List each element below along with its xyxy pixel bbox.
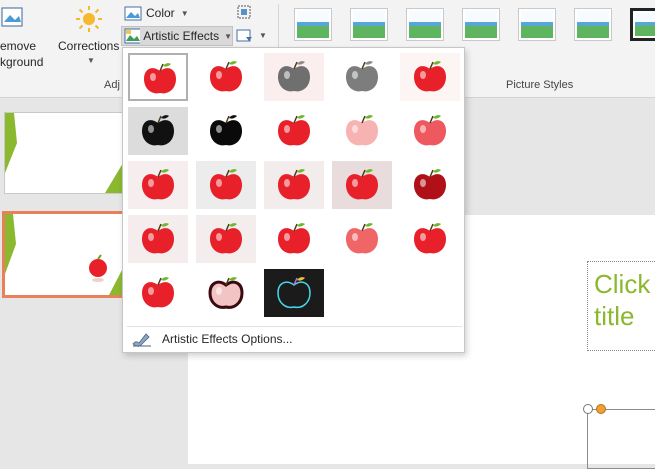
apple-icon xyxy=(414,223,446,254)
title-placeholder-text: Click title xyxy=(594,269,651,331)
artistic-effects-icon xyxy=(124,28,141,44)
apple-icon xyxy=(142,223,174,254)
picture-style-thumb[interactable] xyxy=(518,8,556,41)
apple-icon xyxy=(210,169,242,200)
picture-style-preview xyxy=(297,11,329,38)
effect-marker[interactable] xyxy=(196,53,256,101)
picture-style-preview xyxy=(577,11,609,38)
picture-style-thumb[interactable] xyxy=(350,8,388,41)
picture-style-thumb[interactable] xyxy=(574,8,612,41)
chevron-down-icon: ▼ xyxy=(259,31,267,40)
apple-icon xyxy=(277,277,311,309)
apple-icon xyxy=(278,61,310,92)
apple-icon xyxy=(278,169,310,200)
chevron-down-icon: ▼ xyxy=(224,31,232,41)
picture-style-preview xyxy=(465,11,497,38)
apple-icon xyxy=(210,223,242,254)
effect-plastic-wrap[interactable] xyxy=(400,215,460,263)
artistic-effects-options-label: Artistic Effects Options... xyxy=(162,332,293,346)
corrections-button[interactable]: Corrections ▼ xyxy=(55,0,121,72)
apple-icon xyxy=(142,277,174,308)
remove-background-label-line1: emove xyxy=(0,39,37,53)
effect-none[interactable] xyxy=(128,53,188,101)
picture-style-preview xyxy=(521,11,553,38)
apple-icon xyxy=(278,115,310,146)
remove-background-label-line2: kground xyxy=(0,55,44,69)
apple-icon xyxy=(210,61,242,92)
effect-crisscross-etching[interactable] xyxy=(264,215,324,263)
apple-icon xyxy=(346,223,378,254)
color-picture-icon xyxy=(124,6,142,20)
effect-glow-edges[interactable] xyxy=(264,269,324,317)
effect-pencil-grayscale[interactable] xyxy=(264,53,324,101)
apple-icon xyxy=(142,115,174,146)
apple-icon xyxy=(142,169,174,200)
picture-style-thumb[interactable] xyxy=(462,8,500,41)
effect-cutout[interactable] xyxy=(128,269,188,317)
apple-icon xyxy=(346,115,378,146)
effect-chalk-sketch[interactable] xyxy=(128,107,188,155)
effect-watercolor-sponge[interactable] xyxy=(196,161,256,209)
picture-style-preview xyxy=(635,13,655,36)
slide-design-accent xyxy=(5,113,123,193)
resize-handle[interactable] xyxy=(596,404,606,414)
change-picture-icon[interactable] xyxy=(236,28,254,44)
picture-styles-group-label: Picture Styles xyxy=(506,79,574,91)
apple-icon xyxy=(414,169,446,200)
artistic-effects-gallery: Artistic Effects Options... xyxy=(122,47,465,353)
apple-icon xyxy=(346,169,378,200)
chevron-down-icon: ▼ xyxy=(87,56,95,65)
picture-selection-border xyxy=(587,409,655,469)
effect-line-drawing[interactable] xyxy=(400,53,460,101)
color-label: Color xyxy=(146,6,175,20)
effect-blur[interactable] xyxy=(400,107,460,155)
apple-icon xyxy=(414,61,446,92)
effect-pencil-sketch[interactable] xyxy=(332,53,392,101)
apple-icon xyxy=(208,277,244,309)
picture-style-thumb[interactable] xyxy=(406,8,444,41)
artistic-effects-label: Artistic Effects xyxy=(143,29,220,43)
picture-style-preview xyxy=(353,11,385,38)
picture-style-thumb[interactable] xyxy=(630,8,655,41)
resize-handle[interactable] xyxy=(583,404,593,414)
effect-texturizer[interactable] xyxy=(196,215,256,263)
effect-pastels-smooth[interactable] xyxy=(332,215,392,263)
effect-glass[interactable] xyxy=(400,161,460,209)
effect-photocopy[interactable] xyxy=(196,269,256,317)
effect-cement[interactable] xyxy=(128,215,188,263)
brush-icon xyxy=(132,333,151,347)
corrections-label: Corrections xyxy=(58,39,120,53)
remove-background-button[interactable]: emove kground xyxy=(0,0,50,70)
sun-icon xyxy=(76,6,102,32)
chevron-down-icon: ▼ xyxy=(180,8,189,18)
slide-thumbnail-2-selected[interactable] xyxy=(2,211,125,298)
remove-background-icon xyxy=(1,7,23,27)
effect-mosaic-bubbles[interactable] xyxy=(332,161,392,209)
adjust-group-label: Adj xyxy=(104,79,120,91)
apple-icon xyxy=(210,115,242,146)
effect-light-screen[interactable] xyxy=(128,161,188,209)
picture-style-thumb[interactable] xyxy=(294,8,332,41)
apple-icon xyxy=(144,63,176,94)
apple-icon xyxy=(346,61,378,92)
apple-icon xyxy=(414,115,446,146)
effect-glow-diffused[interactable] xyxy=(332,107,392,155)
color-button[interactable]: Color ▼ xyxy=(124,4,189,22)
picture-style-preview xyxy=(409,11,441,38)
artistic-effects-button[interactable]: Artistic Effects ▼ xyxy=(121,26,233,46)
effect-paint-strokes[interactable] xyxy=(196,107,256,155)
gallery-separator xyxy=(127,326,462,327)
effect-film-grain[interactable] xyxy=(264,161,324,209)
apple-icon xyxy=(278,223,310,254)
artistic-effects-options-item[interactable]: Artistic Effects Options... xyxy=(124,328,463,350)
slide-thumbnail-1[interactable] xyxy=(4,112,124,194)
slide-design-accent xyxy=(5,214,122,295)
effect-paint-brush[interactable] xyxy=(264,107,324,155)
compress-pictures-icon[interactable] xyxy=(236,4,252,20)
